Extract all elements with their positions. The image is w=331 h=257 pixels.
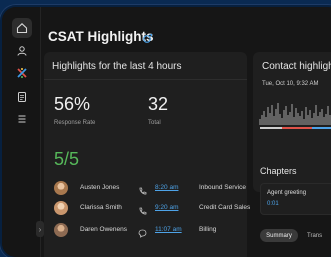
chat-icon: [138, 225, 147, 243]
agent-name: Austen Jones: [80, 184, 120, 191]
tab-transcript[interactable]: Trans: [307, 233, 322, 239]
contact-date: Tue, Oct 10, 9:32 AM: [262, 81, 319, 87]
phone-icon: [138, 203, 147, 221]
highlights-card: Highlights for the last 4 hours 56% Resp…: [44, 52, 251, 257]
page-title: CSAT Highlights: [48, 29, 154, 44]
agent-queue: Billing: [199, 226, 217, 233]
agent-name: Daren Owenens: [80, 226, 127, 233]
chapter-name: Agent greeting: [267, 190, 307, 196]
response-rate-value: 56%: [54, 94, 91, 114]
agent-queue: Inbound Service: [199, 184, 246, 191]
avatar: [54, 181, 68, 195]
agent-row[interactable]: Clarissa Smith 9:20 am Credit Card Sales: [54, 201, 251, 217]
divider: [44, 79, 247, 80]
score-value: 5/5: [54, 149, 80, 169]
chapters-title: Chapters: [260, 166, 297, 176]
list-icon[interactable]: [12, 109, 32, 129]
response-rate-label: Response Rate: [54, 120, 96, 126]
audio-waveform[interactable]: [258, 100, 331, 134]
total-value: 32: [148, 94, 169, 114]
agent-row[interactable]: Daren Owenens 11:07 am Billing: [54, 223, 249, 239]
agent-time-link[interactable]: 11:07 am: [155, 226, 182, 233]
side-navigation: [2, 7, 41, 257]
collapse-handle[interactable]: ›: [36, 221, 44, 237]
tab-summary[interactable]: Summary: [260, 229, 298, 242]
agent-queue: Credit Card Sales: [199, 204, 251, 211]
app-window: › CSAT Highlights Highlights for the las…: [2, 7, 331, 257]
avatar: [54, 223, 68, 237]
agent-time-link[interactable]: 9:20 am: [155, 204, 179, 211]
avatar: [54, 201, 68, 215]
document-icon[interactable]: [12, 87, 32, 107]
apps-icon[interactable]: [12, 63, 32, 83]
phone-icon: [138, 183, 147, 201]
refresh-icon[interactable]: [142, 31, 153, 49]
agent-time-link[interactable]: 8:20 am: [155, 184, 179, 191]
chapter-time: 0:01: [267, 201, 279, 207]
agent-name: Clarissa Smith: [80, 204, 122, 211]
total-label: Total: [148, 120, 161, 126]
contacts-icon[interactable]: [12, 41, 32, 61]
highlights-header: Highlights for the last 4 hours: [52, 61, 182, 72]
contact-highlights-title: Contact highlights: [262, 61, 331, 72]
chapter-item[interactable]: Agent greeting 0:01: [260, 183, 331, 215]
home-icon[interactable]: [12, 18, 32, 38]
agent-row[interactable]: Austen Jones 8:20 am Inbound Service: [54, 181, 249, 197]
